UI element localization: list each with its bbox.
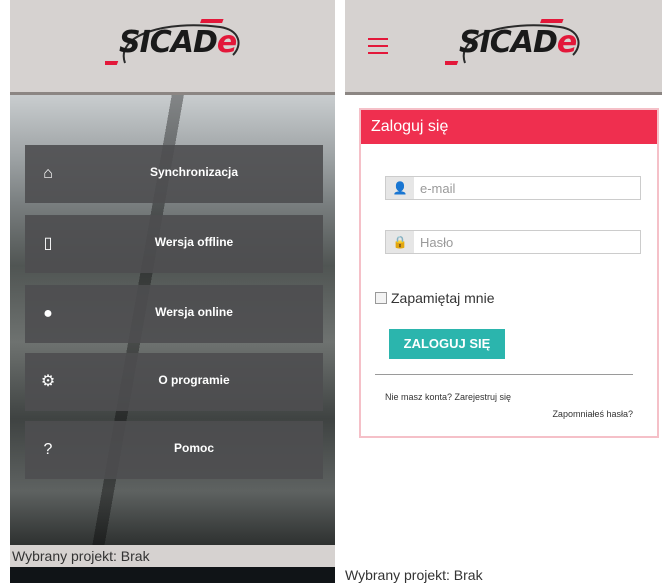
register-link[interactable]: Nie masz konta? Zarejestruj się xyxy=(385,392,511,402)
password-field[interactable]: 🔒 xyxy=(385,230,641,254)
bottom-bar xyxy=(10,567,335,583)
menu-item-online[interactable]: ● Wersja online xyxy=(25,285,323,343)
left-screen: SICADe ⌂ Synchronizacja ▯ Wersja offline… xyxy=(10,0,335,583)
sicade-logo: SICADe xyxy=(105,15,245,80)
remember-me-checkbox[interactable]: Zapamiętaj mnie xyxy=(375,290,495,306)
selected-project: Wybrany projekt: Brak xyxy=(10,545,335,567)
tablet-icon: ▯ xyxy=(43,235,53,252)
globe-icon: ● xyxy=(43,305,53,322)
email-field[interactable]: 👤 xyxy=(385,176,641,200)
hamburger-menu-icon[interactable] xyxy=(368,38,388,54)
menu-item-label: Synchronizacja xyxy=(149,165,239,179)
forgot-password-link[interactable]: Zapomniałeś hasła? xyxy=(552,409,633,419)
menu-item-about[interactable]: ⚙ O programie xyxy=(25,353,323,411)
menu-item-label: Wersja offline xyxy=(154,235,234,249)
right-screen: SICADe Zaloguj się 👤 🔒 Zapamiętaj mnie Z… xyxy=(345,0,662,583)
menu-item-sync[interactable]: ⌂ Synchronizacja xyxy=(25,145,323,203)
gear-icon: ⚙ xyxy=(40,373,56,390)
login-title: Zaloguj się xyxy=(361,110,657,144)
user-icon: 👤 xyxy=(386,177,414,199)
home-icon: ⌂ xyxy=(43,165,53,182)
sicade-logo: SICADe xyxy=(445,15,585,80)
selected-project: Wybrany projekt: Brak xyxy=(345,567,483,583)
password-input[interactable] xyxy=(420,233,620,251)
app-header: SICADe xyxy=(10,0,335,95)
menu-item-label: Pomoc xyxy=(173,441,214,455)
remember-label: Zapamiętaj mnie xyxy=(391,290,495,306)
menu-item-help[interactable]: ? Pomoc xyxy=(25,421,323,479)
background-photo: ⌂ Synchronizacja ▯ Wersja offline ● Wers… xyxy=(10,95,335,545)
menu-item-offline[interactable]: ▯ Wersja offline xyxy=(25,215,323,273)
menu-item-label: O programie xyxy=(158,373,230,387)
lock-icon: 🔒 xyxy=(386,231,414,253)
login-button[interactable]: ZALOGUJ SIĘ xyxy=(389,329,505,359)
app-header: SICADe xyxy=(345,0,662,95)
checkbox-icon[interactable] xyxy=(375,292,387,304)
menu-item-label: Wersja online xyxy=(155,305,233,319)
login-panel: Zaloguj się 👤 🔒 Zapamiętaj mnie ZALOGUJ … xyxy=(359,108,659,438)
email-input[interactable] xyxy=(420,179,620,197)
divider xyxy=(375,374,633,375)
help-icon: ? xyxy=(43,441,53,458)
